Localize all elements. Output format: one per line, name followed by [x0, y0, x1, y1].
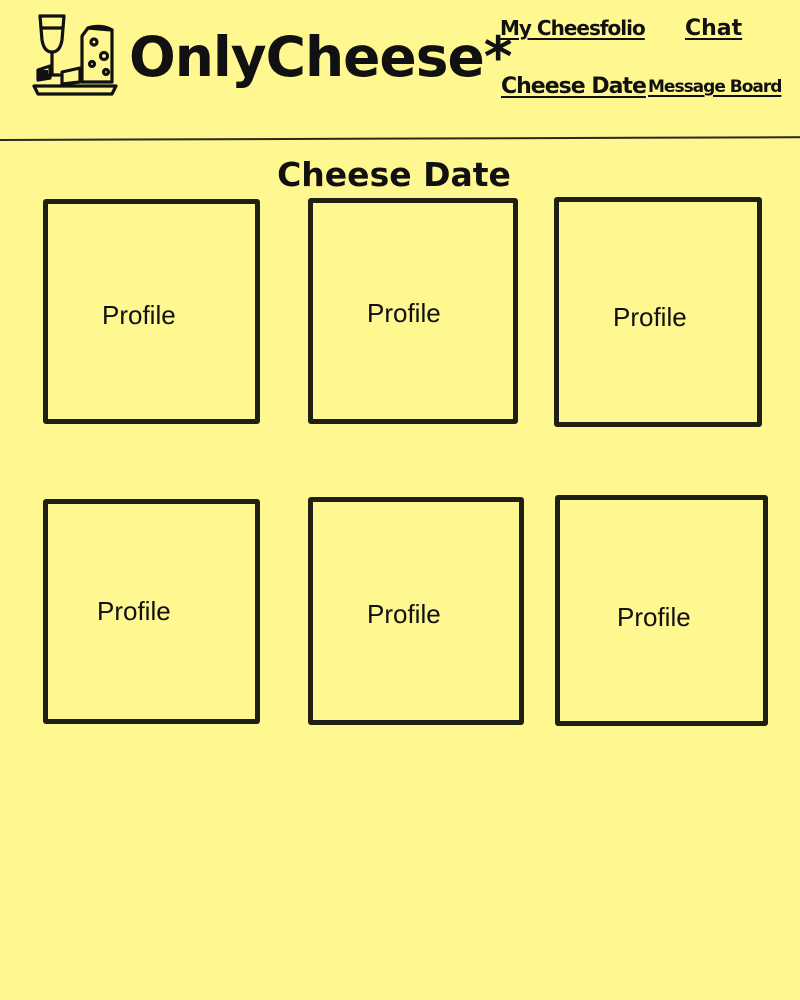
- wine-and-cheese-icon[interactable]: [32, 12, 118, 100]
- nav-cheese-date[interactable]: Cheese Date: [501, 76, 647, 98]
- profile-label: Profile: [613, 302, 687, 332]
- profile-card[interactable]: Profile: [554, 197, 762, 427]
- page-title: Cheese Date: [277, 155, 511, 194]
- profile-label: Profile: [97, 596, 171, 626]
- nav-chat[interactable]: Chat: [685, 18, 742, 40]
- profile-card[interactable]: Profile: [43, 199, 260, 424]
- profile-card[interactable]: Profile: [555, 495, 768, 726]
- profile-label: Profile: [367, 298, 441, 328]
- profile-label: Profile: [102, 300, 176, 330]
- nav-message-board[interactable]: Message Board: [648, 79, 782, 96]
- profile-card[interactable]: Profile: [308, 497, 524, 725]
- profile-card[interactable]: Profile: [308, 198, 518, 424]
- nav-my-cheesfolio[interactable]: My Cheesfolio: [500, 18, 646, 38]
- profile-card[interactable]: Profile: [43, 499, 260, 724]
- brand-name[interactable]: OnlyCheese*: [129, 30, 513, 85]
- profile-label: Profile: [367, 599, 441, 629]
- profile-label: Profile: [617, 602, 691, 632]
- site-header: OnlyCheese* My Cheesfolio Chat Cheese Da…: [0, 0, 800, 142]
